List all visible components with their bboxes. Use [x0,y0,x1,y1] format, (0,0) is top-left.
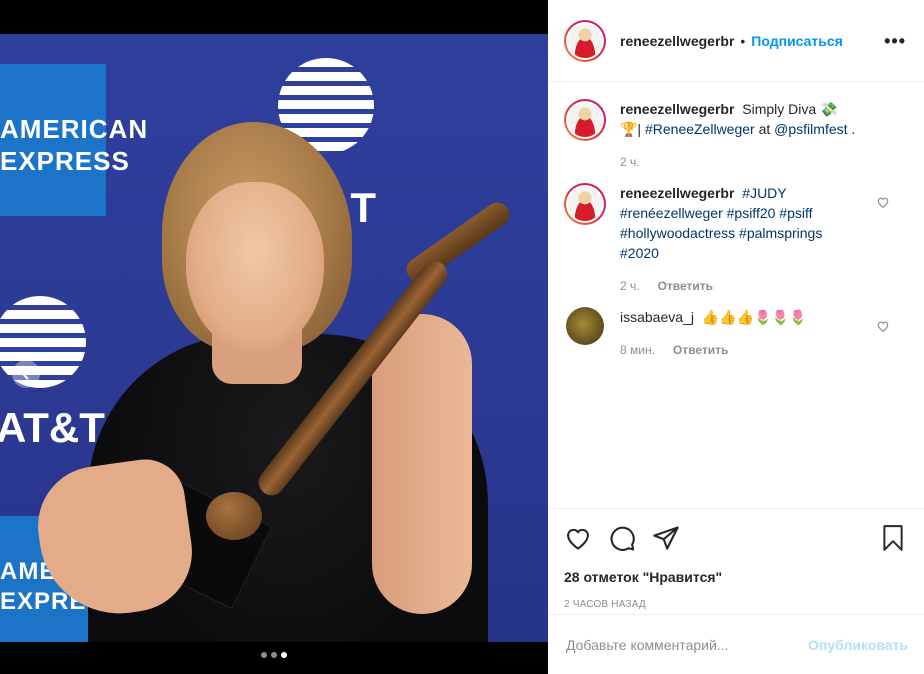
action-icons [564,521,908,555]
hashtag-link[interactable]: #ReneeZellweger [645,121,755,137]
comment-body: reneezellwegerbr #JUDY #renéezellweger #… [620,183,858,293]
post-side-panel: reneezellwegerbr • Подписаться ••• renee… [548,0,924,674]
face [186,182,324,352]
post-header: reneezellwegerbr • Подписаться ••• [548,0,924,82]
avatar-ring [566,21,604,60]
previous-slide-button[interactable] [12,360,40,388]
post-photo[interactable]: AMERICAN EXPRESS &T AT&T AMERICAN EXPRES… [0,34,548,642]
slide-dot-active [281,652,287,658]
comment-emoji-text: 👍👍👍🌷🌷🌷 [701,309,807,325]
comment-item: reneezellwegerbr #JUDY #renéezellweger #… [564,183,908,293]
post-media[interactable]: AMERICAN EXPRESS &T AT&T AMERICAN EXPRES… [0,0,548,674]
comment-body: reneezellwegerbr Simply Diva 💸🏆| #ReneeZ… [620,99,858,169]
comment-time[interactable]: 2 ч. [620,279,640,293]
comment-username[interactable]: reneezellwegerbr [620,185,734,201]
follow-button[interactable]: Подписаться [751,33,843,49]
avatar-image [568,23,602,58]
comment-text: issabaeva_j 👍👍👍🌷🌷🌷 [620,307,858,327]
share-icon[interactable] [652,524,680,552]
comment-like-icon[interactable] [876,195,890,209]
comment-body: issabaeva_j 👍👍👍🌷🌷🌷 8 мин. Ответить [620,307,858,357]
comment-meta: 2 ч. Ответить [620,279,858,293]
slide-indicator [0,652,548,658]
post-actions: 28 отметок "Нравится" 2 часов назад [548,508,924,614]
avatar-ring [566,185,604,223]
amex-text-2: EXPRESS [0,146,130,176]
more-options-icon[interactable]: ••• [884,32,906,50]
avatar-ring [566,101,604,139]
comment-avatar[interactable] [566,307,604,345]
reply-button[interactable]: Ответить [658,279,713,293]
mention-link[interactable]: @psfilmfest [774,121,847,137]
comment-input[interactable] [566,636,809,653]
right-arm [372,314,472,614]
comments-list: reneezellwegerbr Simply Diva 💸🏆| #ReneeZ… [548,83,924,507]
att-text-left: AT&T [0,404,105,451]
comment-text: reneezellwegerbr Simply Diva 💸🏆| #ReneeZ… [620,99,858,139]
header-separator: • [740,32,746,49]
amex-text-1: AMERICAN [0,114,149,144]
caption-at: at [758,121,771,137]
comment-meta: 8 мин. Ответить [620,343,858,357]
post-date[interactable]: 2 часов назад [564,599,908,610]
comment-like-icon[interactable] [876,319,890,333]
author-avatar[interactable] [564,19,606,62]
caption: reneezellwegerbr Simply Diva 💸🏆| #ReneeZ… [564,99,908,169]
comment-meta: 2 ч. [620,155,858,169]
comment-icon[interactable] [608,524,636,552]
comment-username[interactable]: issabaeva_j [620,309,694,325]
reply-button[interactable]: Ответить [673,343,728,357]
comment-time[interactable]: 8 мин. [620,343,655,357]
avatar-image [568,187,602,221]
comment-item: issabaeva_j 👍👍👍🌷🌷🌷 8 мин. Ответить [564,307,908,357]
likes-count[interactable]: 28 отметок "Нравится" [564,569,908,585]
amex-logo-top: AMERICAN EXPRESS [0,64,149,216]
comment-time[interactable]: 2 ч. [620,155,640,169]
chevron-left-icon [21,368,29,380]
heart-icon[interactable] [564,524,592,552]
comment-text: reneezellwegerbr #JUDY #renéezellweger #… [620,183,858,263]
comment-composer: Опубликовать [548,614,924,674]
comment-username[interactable]: reneezellwegerbr [620,101,734,117]
caption-tail: . [851,121,856,137]
comment-avatar[interactable] [564,99,606,141]
slide-dot [271,652,277,658]
bookmark-icon[interactable] [880,524,906,552]
author-username[interactable]: reneezellwegerbr [620,33,734,49]
slide-dot [261,652,267,658]
publish-button[interactable]: Опубликовать [808,637,908,653]
avatar-image [568,103,602,137]
trophy-cup [206,492,262,540]
comment-avatar[interactable] [564,183,606,225]
